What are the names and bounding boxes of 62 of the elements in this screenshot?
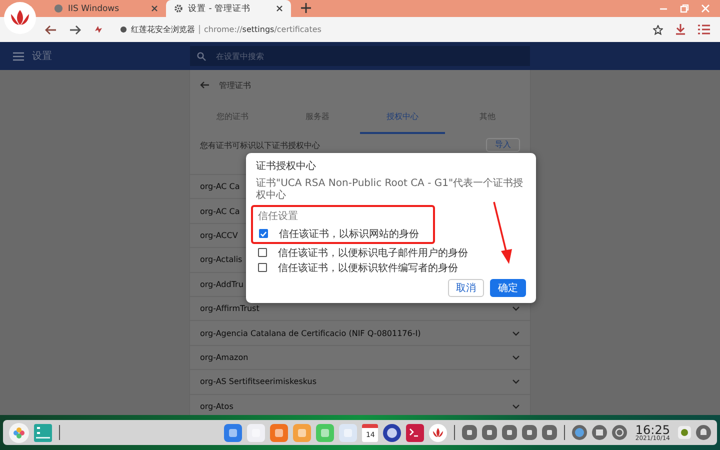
authority-name: org-AS Sertifitseerimiskeskus	[200, 377, 317, 386]
close-icon[interactable]	[151, 5, 158, 12]
site-label: 红莲花安全浏览器	[131, 24, 195, 35]
checkbox[interactable]	[258, 263, 267, 272]
browser-tab[interactable]: 设置 - 管理证书	[166, 0, 291, 17]
clock-time: 16:25	[635, 424, 670, 436]
section-label: 信任设置	[258, 210, 299, 223]
authority-name: org-AddTru	[200, 280, 244, 289]
new-tab-icon[interactable]	[301, 3, 311, 13]
back-icon[interactable]	[45, 24, 57, 34]
settings-title: 设置	[32, 50, 52, 63]
certificate-tab[interactable]: 您的证书	[190, 100, 275, 134]
annotation-arrow	[490, 201, 514, 265]
download-icon[interactable]	[675, 24, 686, 35]
search-input[interactable]: 在设置中搜索	[214, 50, 530, 62]
search-icon	[197, 52, 206, 60]
intro-text: 您有证书可标识以下证书授权中心	[200, 140, 320, 150]
authority-name: org-Agencia Catalana de Certificacio (NIF Q-0801176-I)	[200, 328, 421, 338]
url-text: chrome://settings/certificates	[204, 25, 322, 34]
gear-icon	[174, 4, 183, 13]
authority-name: org-AC Ca	[200, 182, 240, 192]
launcher-icon[interactable]	[9, 422, 29, 442]
authority-name: org-Actalis	[200, 255, 242, 264]
bell-icon[interactable]	[696, 425, 711, 440]
chevron-down-icon[interactable]	[512, 330, 520, 336]
search-field[interactable]: 在设置中搜索	[190, 46, 530, 66]
ok-button[interactable]: 确定	[490, 279, 526, 297]
cancel-button[interactable]: 取消	[448, 279, 484, 297]
file-manager-icon[interactable]	[34, 424, 52, 442]
emblem-icon[interactable]	[383, 424, 402, 442]
close-icon[interactable]	[276, 5, 283, 12]
certificate-tab[interactable]: 服务器	[275, 100, 360, 134]
chevron-down-icon[interactable]	[512, 379, 520, 384]
menu-icon[interactable]	[13, 52, 24, 60]
leaf-icon[interactable]	[678, 426, 691, 439]
restore-icon[interactable]	[680, 4, 689, 13]
lotus-icon[interactable]	[429, 424, 448, 442]
chevron-down-icon[interactable]	[512, 306, 520, 312]
option-label: 信任该证书，以标识网站的身份	[279, 228, 419, 240]
checkbox[interactable]	[258, 248, 267, 257]
window-icon[interactable]	[592, 425, 608, 440]
back-icon[interactable]	[200, 81, 209, 89]
checkbox[interactable]	[259, 229, 268, 238]
menu-icon[interactable]	[698, 24, 710, 35]
power-icon[interactable]	[612, 425, 628, 440]
browser-tab[interactable]: IIS Windows	[46, 0, 166, 17]
chevron-down-icon[interactable]	[512, 404, 520, 409]
page-title: 管理证书	[219, 80, 251, 90]
bookmark-star-icon[interactable]	[653, 24, 663, 34]
authority-name: org-Amazon	[200, 352, 248, 362]
chevron-down-icon[interactable]	[512, 354, 520, 360]
dialog-description: 证书"UCA RSA Non-Public Root CA - G1"代表一个证书授权中心	[256, 178, 524, 202]
authority-name: org-AffirmTrust	[200, 304, 260, 314]
option-label: 信任该证书，以便标识电子邮件用户的身份	[278, 246, 468, 260]
authority-name: org-Atos	[200, 402, 234, 411]
dialog-title: 证书授权中心	[256, 160, 317, 173]
certificate-tab[interactable]: 其他	[445, 100, 530, 134]
forward-icon[interactable]	[69, 24, 81, 34]
terminal-icon[interactable]	[406, 424, 424, 442]
option-label: 信任该证书，以便标识软件编写者的身份	[278, 262, 458, 274]
authority-name: org-AC Ca	[200, 206, 240, 216]
authority-name: org-ACCV	[200, 230, 238, 240]
